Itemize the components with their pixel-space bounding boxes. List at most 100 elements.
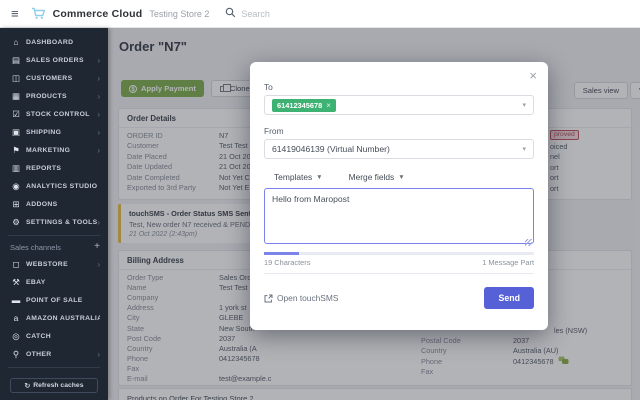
sidebar-item-label: SHIPPING [26, 128, 62, 136]
caret-down-icon: ▾ [522, 146, 526, 153]
channel-item-icon: ◻ [12, 258, 20, 269]
chevron-right-icon: › [97, 109, 100, 119]
sidebar-item-icon: ▦ [11, 90, 21, 101]
chip-remove-icon[interactable]: × [326, 101, 331, 110]
sidebar-item-icon: ◫ [11, 72, 21, 83]
channel-item-icon: ⚒ [12, 276, 20, 287]
sidebar-channel-item[interactable]: ⚲ OTHER › [0, 345, 108, 363]
sidebar-item[interactable]: ⚙ SETTINGS & TOOLS › [0, 213, 108, 231]
store-name[interactable]: Testing Store 2 [149, 9, 209, 19]
character-count: 19 Characters [264, 258, 311, 267]
sidebar-item-icon: ◉ [12, 180, 20, 191]
sidebar-item[interactable]: ▦ PRODUCTS › [0, 87, 108, 105]
sidebar-divider [8, 235, 100, 236]
from-label: From [264, 126, 284, 136]
message-textarea[interactable]: Hello from Maropost [264, 188, 534, 244]
sidebar-item-label: PRODUCTS [26, 92, 67, 100]
sidebar-item-icon: ▥ [11, 162, 21, 173]
send-sms-modal: × To 61412345678 × ▾ From 61419046139 (V… [250, 62, 548, 330]
sidebar-item-icon: ▤ [11, 54, 21, 65]
sales-channels-label: Sales channels [10, 242, 61, 252]
sidebar-item-icon: ⌂ [13, 37, 19, 47]
sidebar-item[interactable]: ☑ STOCK CONTROL › [0, 105, 108, 123]
sidebar-channel-item[interactable]: ⚒ EBAY [0, 273, 108, 291]
external-link-icon [264, 294, 273, 302]
sidebar-channel-item[interactable]: ◻ WEBSTORE › [0, 255, 108, 273]
caret-down-icon: ▾ [522, 102, 526, 109]
sidebar-item-icon: ☑ [12, 108, 20, 119]
sidebar-channel-item[interactable]: ▬ POINT OF SALE [0, 291, 108, 309]
cart-logo-icon [31, 7, 46, 20]
search-input[interactable] [241, 8, 362, 19]
channel-item-icon: a [13, 313, 19, 323]
sidebar-item[interactable]: ◫ CUSTOMERS › [0, 69, 108, 87]
sidebar-channel-item[interactable]: ◎ CATCH [0, 327, 108, 345]
from-select[interactable]: 61419046139 (Virtual Number) ▾ [264, 139, 534, 159]
sidebar-item-label: MARKETING [26, 146, 71, 154]
to-label: To [264, 82, 273, 92]
channel-item-label: OTHER [26, 350, 52, 358]
sidebar-item-label: DASHBOARD [26, 38, 74, 46]
channel-item-icon: ▬ [11, 295, 21, 305]
search-icon [225, 5, 236, 23]
merge-fields-dropdown[interactable]: Merge fields ▼ [349, 172, 405, 182]
channel-item-icon: ◎ [12, 330, 20, 341]
caret-down-icon: ▼ [316, 173, 323, 181]
chevron-right-icon: › [97, 73, 100, 83]
sidebar-item[interactable]: ▥ REPORTS [0, 159, 108, 177]
sidebar-item[interactable]: ⚑ MARKETING › [0, 141, 108, 159]
sidebar: ⌂ DASHBOARD ▤ SALES ORDERS › ◫ CUSTOMERS… [0, 28, 108, 400]
sidebar-channel-item[interactable]: a AMAZON AUSTRALIA [0, 309, 108, 327]
channel-item-label: WEBSTORE [26, 260, 68, 268]
message-part-count: 1 Message Part [482, 258, 534, 267]
recipient-chip[interactable]: 61412345678 × [272, 98, 336, 112]
refresh-caches-button[interactable]: ↻ Refresh caches [10, 378, 98, 393]
sidebar-item-label: CUSTOMERS [26, 74, 73, 82]
app-window: ≡ Commerce Cloud Testing Store 2 Search … [0, 0, 640, 400]
add-channel-icon[interactable]: + [94, 242, 100, 252]
sidebar-item-icon: ⚑ [12, 144, 20, 155]
brand-name: Commerce Cloud [52, 7, 143, 20]
sidebar-item-icon: ⊞ [12, 198, 20, 209]
channel-item-label: POINT OF SALE [26, 296, 83, 304]
channel-item-label: AMAZON AUSTRALIA [26, 314, 100, 322]
chevron-right-icon: › [97, 145, 100, 155]
sidebar-item-icon: ⚙ [12, 216, 20, 227]
channel-item-label: EBAY [26, 278, 46, 286]
sidebar-item[interactable]: ▣ SHIPPING › [0, 123, 108, 141]
sidebar-item[interactable]: ◉ ANALYTICS STUDIO [0, 177, 108, 195]
channel-item-label: CATCH [26, 332, 52, 340]
chevron-right-icon: › [97, 349, 100, 359]
sidebar-item-label: ADDONS [26, 200, 58, 208]
sidebar-item[interactable]: ⌂ DASHBOARD [0, 33, 108, 51]
sidebar-item-label: ANALYTICS STUDIO [26, 182, 98, 190]
resize-handle[interactable] [525, 239, 532, 246]
sidebar-main-nav: ⌂ DASHBOARD ▤ SALES ORDERS › ◫ CUSTOMERS… [0, 33, 108, 231]
sidebar-item[interactable]: ▤ SALES ORDERS › [0, 51, 108, 69]
sidebar-divider [8, 367, 100, 368]
open-touchsms-link[interactable]: Open touchSMS [264, 293, 338, 303]
chevron-right-icon: › [97, 55, 100, 65]
chevron-right-icon: › [97, 91, 100, 101]
sidebar-item-icon: ▣ [11, 126, 21, 137]
chevron-right-icon: › [97, 127, 100, 137]
recipient-number: 61412345678 [277, 100, 323, 110]
send-button[interactable]: Send [484, 287, 534, 309]
sidebar-item-label: SETTINGS & TOOLS [26, 218, 98, 226]
refresh-icon: ↻ [24, 382, 31, 390]
from-value: 61419046139 (Virtual Number) [272, 144, 390, 154]
sidebar-item-label: REPORTS [26, 164, 62, 172]
chevron-right-icon: › [97, 259, 100, 269]
caret-down-icon: ▼ [398, 173, 405, 181]
to-field[interactable]: 61412345678 × ▾ [264, 95, 534, 115]
channel-item-icon: ⚲ [12, 348, 20, 359]
sidebar-channels-nav: ◻ WEBSTORE › ⚒ EBAY ▬ POINT OF SALE a AM… [0, 255, 108, 363]
templates-dropdown[interactable]: Templates ▼ [274, 172, 323, 182]
sidebar-item-label: SALES ORDERS [26, 56, 84, 64]
sidebar-item[interactable]: ⊞ ADDONS [0, 195, 108, 213]
hamburger-menu-icon[interactable]: ≡ [11, 7, 19, 20]
close-icon[interactable]: × [529, 68, 537, 83]
chevron-right-icon: › [97, 217, 100, 227]
topbar: ≡ Commerce Cloud Testing Store 2 [0, 0, 640, 28]
sidebar-item-label: STOCK CONTROL [26, 110, 90, 118]
